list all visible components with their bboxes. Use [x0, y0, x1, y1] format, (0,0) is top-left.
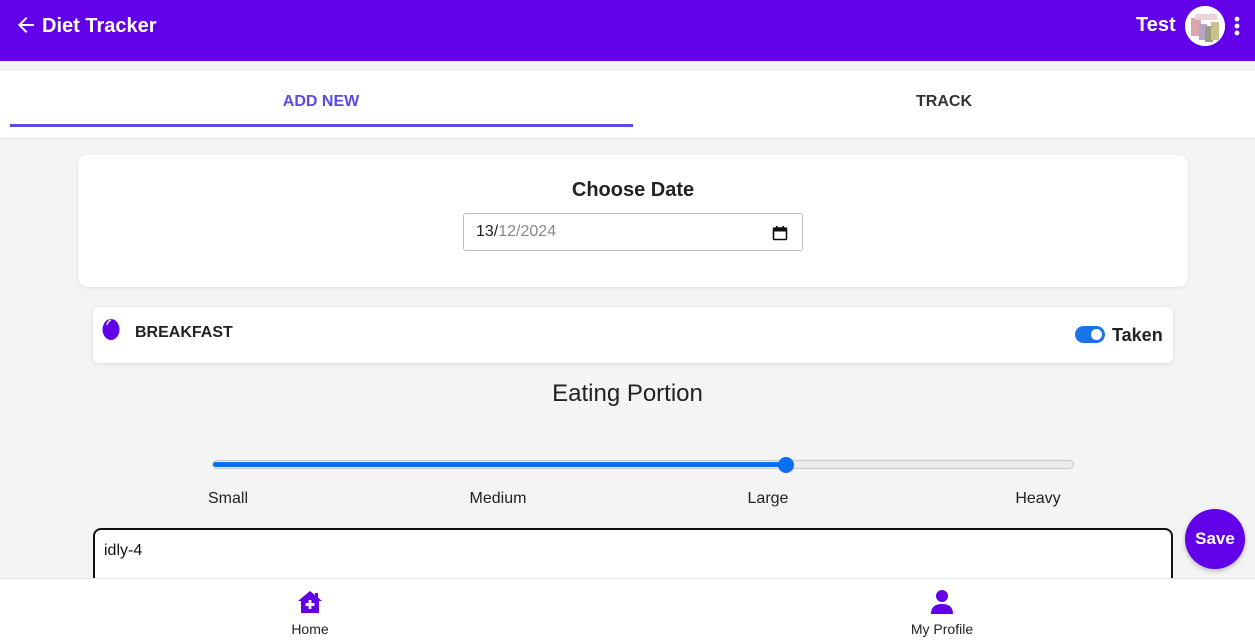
- date-heading: Choose Date: [571, 179, 695, 201]
- portion-label-large: Large: [747, 490, 789, 507]
- portion-label-small: Small: [207, 490, 248, 507]
- bottom-nav: Home My Profile: [0, 578, 1255, 644]
- portion-slider[interactable]: [212, 460, 1074, 469]
- nav-profile[interactable]: My Profile: [842, 579, 1042, 644]
- calendar-icon[interactable]: [772, 225, 788, 241]
- date-input[interactable]: 13/12/2024: [463, 213, 803, 251]
- slider-fill: [213, 462, 787, 467]
- avatar[interactable]: [1185, 6, 1225, 46]
- user-name: Test: [1136, 14, 1176, 36]
- app-header: Diet Tracker Test: [0, 0, 1255, 61]
- meal-card: BREAKFAST Taken: [93, 307, 1173, 363]
- date-month-year: 12/2024: [498, 223, 557, 240]
- egg-icon: [101, 317, 121, 341]
- date-day: 13/: [476, 223, 499, 240]
- page-title: Diet Tracker: [42, 15, 157, 37]
- toggle-knob: [1091, 329, 1102, 340]
- date-card: Choose Date 13/12/2024: [78, 155, 1188, 287]
- active-tab-indicator: [10, 124, 633, 127]
- tab-track[interactable]: TRACK: [633, 71, 1255, 138]
- home-icon: [296, 588, 324, 616]
- taken-toggle[interactable]: [1075, 326, 1105, 343]
- nav-profile-label: My Profile: [910, 621, 974, 637]
- taken-label: Taken: [1112, 325, 1163, 345]
- back-arrow-icon[interactable]: [14, 13, 38, 37]
- save-button[interactable]: Save: [1185, 509, 1245, 569]
- slider-thumb[interactable]: [778, 457, 794, 473]
- portion-label-medium: Medium: [469, 490, 527, 507]
- tab-add-new[interactable]: ADD NEW: [10, 71, 632, 138]
- person-icon: [928, 588, 956, 616]
- tab-bar: ADD NEW TRACK: [0, 71, 1255, 139]
- kebab-menu-icon[interactable]: [1229, 14, 1245, 38]
- nav-home-label: Home: [291, 621, 329, 637]
- portion-heading: Eating Portion: [552, 380, 703, 407]
- date-value: 13/12/2024: [476, 223, 556, 241]
- nav-home[interactable]: Home: [210, 579, 410, 644]
- portion-label-heavy: Heavy: [1015, 490, 1061, 507]
- meal-name: BREAKFAST: [135, 324, 233, 341]
